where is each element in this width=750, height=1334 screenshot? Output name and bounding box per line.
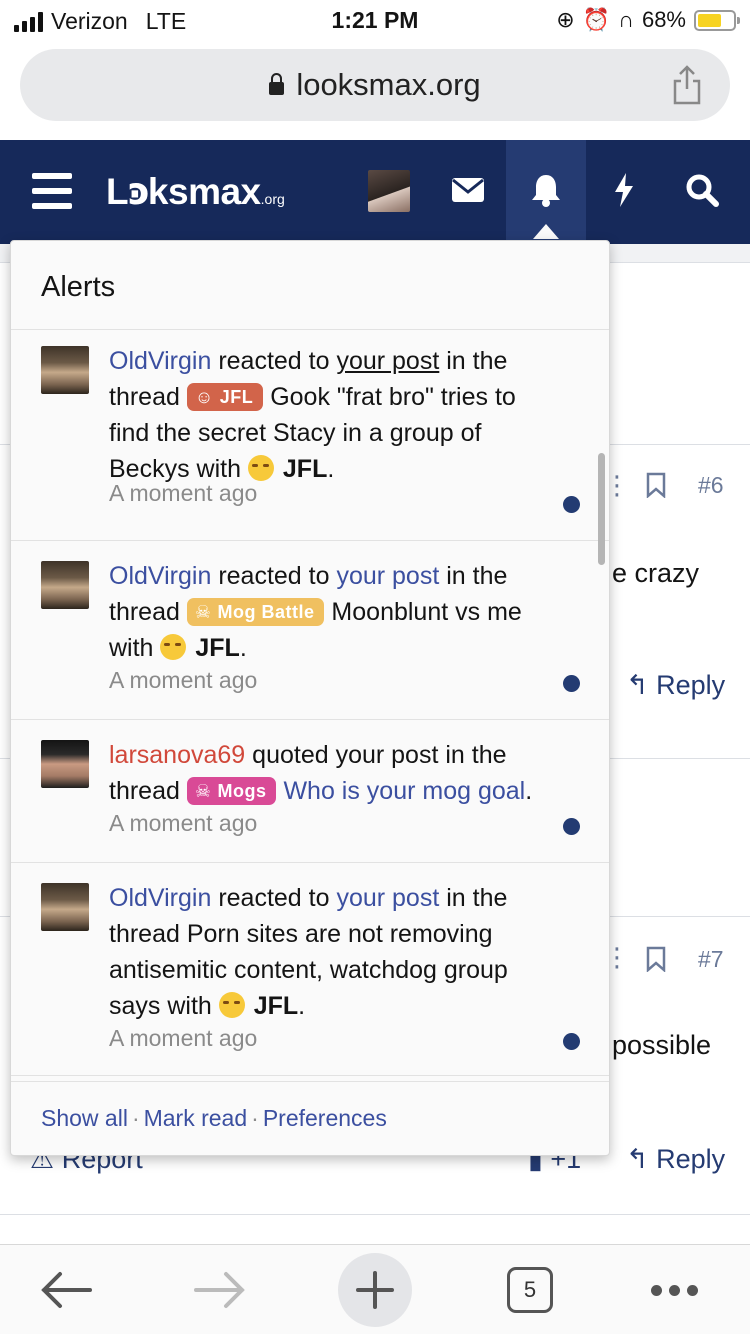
user-avatar[interactable] bbox=[368, 170, 410, 212]
back-button[interactable] bbox=[36, 1255, 96, 1325]
alert-time: A moment ago bbox=[109, 667, 258, 693]
back-arrow-icon bbox=[41, 1272, 92, 1308]
forward-arrow-icon bbox=[194, 1272, 245, 1308]
unread-indicator[interactable] bbox=[563, 818, 580, 835]
alert-user[interactable]: OldVirgin bbox=[109, 562, 211, 590]
laughing-emoji-icon bbox=[218, 992, 245, 1018]
battery-percent: 68% bbox=[641, 7, 686, 32]
rotation-lock-icon: ⊕ bbox=[556, 7, 575, 32]
headphones-icon: ∩ bbox=[618, 7, 634, 32]
post-text: e crazy bbox=[612, 558, 700, 588]
reaction-label: JFL bbox=[253, 992, 299, 1020]
url-domain: looksmax.org bbox=[296, 67, 481, 102]
popup-footer: Show all · Mark read · Preferences bbox=[41, 1105, 387, 1131]
skull-icon: ☠ bbox=[194, 602, 212, 622]
reaction-label: JFL bbox=[282, 455, 328, 483]
popup-caret bbox=[533, 224, 559, 239]
share-icon[interactable] bbox=[672, 65, 702, 105]
reply-button[interactable]: ↰ Reply bbox=[626, 1144, 725, 1175]
alert-text: OldVirgin reacted to your post in the th… bbox=[109, 884, 508, 1020]
inbox-icon[interactable] bbox=[450, 140, 486, 240]
new-tab-button[interactable] bbox=[338, 1253, 412, 1327]
alert-post-link[interactable]: your post bbox=[336, 884, 439, 912]
alert-item[interactable]: OldVirgin reacted to your post in the th… bbox=[11, 541, 609, 720]
laughing-emoji-icon bbox=[160, 634, 187, 660]
laugh-icon: ☺ bbox=[194, 387, 214, 407]
alert-user[interactable]: OldVirgin bbox=[109, 347, 211, 375]
browser-toolbar: 5 bbox=[0, 1244, 750, 1334]
unread-indicator[interactable] bbox=[563, 675, 580, 692]
reply-button[interactable]: ↰ Reply bbox=[626, 670, 725, 701]
post-number[interactable]: #6 bbox=[698, 472, 724, 499]
alert-time: A moment ago bbox=[109, 480, 258, 506]
avatar[interactable] bbox=[41, 740, 89, 788]
alert-thread-link[interactable]: Who is your mog goal bbox=[283, 777, 525, 805]
unread-indicator[interactable] bbox=[563, 1033, 580, 1050]
show-all-link[interactable]: Show all bbox=[41, 1105, 128, 1131]
alerts-popup: Alerts OldVirgin reacted to your post in… bbox=[10, 240, 610, 1156]
search-icon[interactable] bbox=[684, 140, 720, 240]
alert-text: larsanova69 quoted your post in the thre… bbox=[109, 741, 533, 805]
tabs-count: 5 bbox=[507, 1267, 553, 1313]
alert-user[interactable]: larsanova69 bbox=[109, 741, 245, 769]
thread-prefix-tag: ☺ JFL bbox=[186, 383, 264, 411]
thread-prefix-tag: ☠ Mog Battle bbox=[186, 598, 325, 626]
avatar[interactable] bbox=[41, 346, 89, 394]
thread-prefix-tag: ☠ Mogs bbox=[186, 777, 277, 805]
battery-icon bbox=[694, 9, 740, 31]
alert-item[interactable]: OldVirgin reacted to your post in the th… bbox=[11, 863, 609, 1076]
menu-icon[interactable] bbox=[32, 173, 72, 209]
alert-item[interactable]: OldVirgin reacted to your post in the th… bbox=[11, 330, 609, 541]
alert-user[interactable]: OldVirgin bbox=[109, 884, 211, 912]
popup-scrollbar[interactable] bbox=[598, 453, 605, 565]
alert-text: OldVirgin reacted to your post in the th… bbox=[109, 347, 516, 483]
mark-read-link[interactable]: Mark read bbox=[144, 1105, 248, 1131]
skull-icon: ☠ bbox=[194, 781, 212, 801]
preferences-link[interactable]: Preferences bbox=[263, 1105, 387, 1131]
alert-time: A moment ago bbox=[109, 810, 258, 836]
post-text: possible bbox=[612, 1030, 712, 1060]
more-icon bbox=[650, 1284, 698, 1296]
avatar[interactable] bbox=[41, 561, 89, 609]
url-bar[interactable]: looksmax.org bbox=[20, 49, 730, 121]
post-number[interactable]: #7 bbox=[698, 946, 724, 973]
avatar[interactable] bbox=[41, 883, 89, 931]
more-button[interactable] bbox=[644, 1255, 704, 1325]
bookmark-icon[interactable] bbox=[645, 472, 667, 498]
laughing-emoji-icon bbox=[247, 455, 274, 481]
status-bar: Verizon LTE 1:21 PM ⊕ ⏰ ∩ 68% bbox=[0, 0, 750, 40]
reaction-label: JFL bbox=[195, 634, 240, 662]
site-logo[interactable]: Lꜿksmax.org bbox=[106, 170, 285, 213]
popup-title: Alerts bbox=[41, 271, 116, 303]
alert-post-link[interactable]: your post bbox=[336, 347, 439, 375]
alert-post-link[interactable]: your post bbox=[336, 562, 439, 590]
lock-icon bbox=[269, 72, 285, 95]
bookmark-icon[interactable] bbox=[645, 946, 667, 972]
browser-url-area: looksmax.org bbox=[0, 40, 750, 140]
alarm-icon: ⏰ bbox=[582, 7, 611, 32]
bolt-icon[interactable] bbox=[610, 140, 638, 240]
plus-icon bbox=[356, 1271, 394, 1309]
forward-button[interactable] bbox=[190, 1255, 250, 1325]
tabs-button[interactable]: 5 bbox=[506, 1255, 554, 1325]
unread-indicator[interactable] bbox=[563, 496, 580, 513]
alert-thread-link[interactable]: Moonblunt vs me bbox=[324, 598, 521, 626]
alert-time: A moment ago bbox=[109, 1025, 258, 1051]
site-navbar: Lꜿksmax.org bbox=[0, 140, 750, 244]
alert-item[interactable]: larsanova69 quoted your post in the thre… bbox=[11, 720, 609, 863]
alert-text: OldVirgin reacted to your post in the th… bbox=[109, 562, 522, 662]
